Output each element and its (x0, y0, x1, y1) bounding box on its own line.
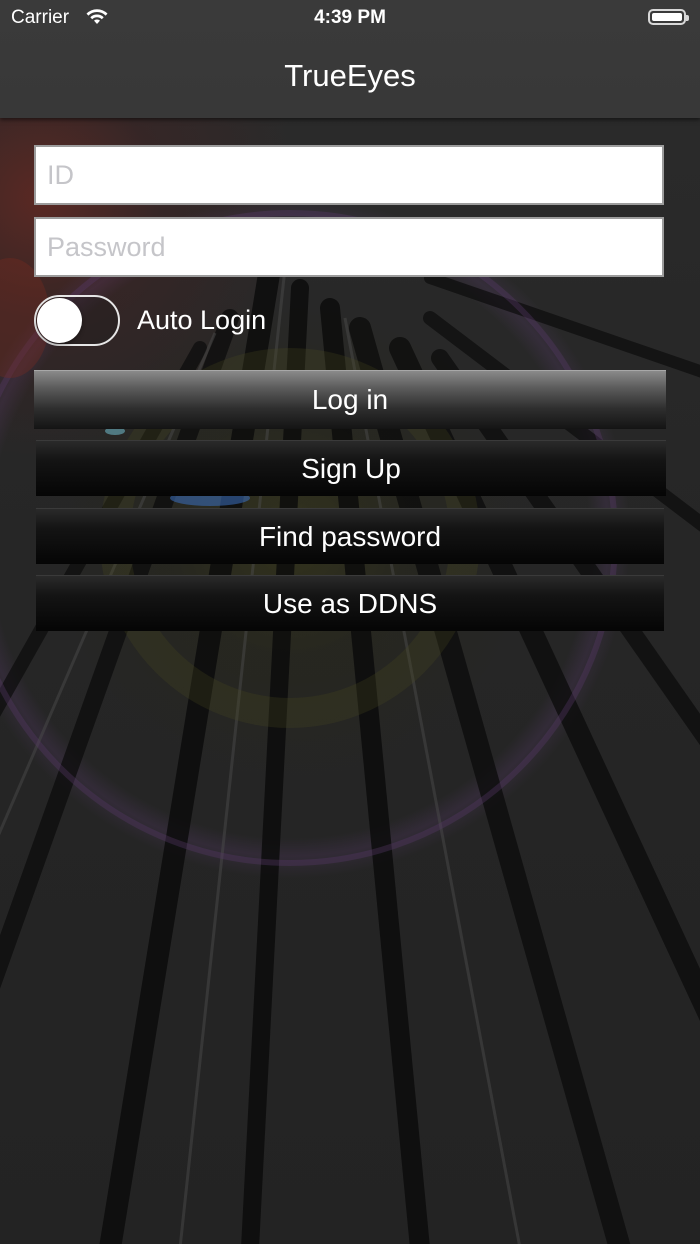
password-field[interactable] (34, 217, 664, 277)
auto-login-toggle[interactable] (34, 295, 120, 346)
find-password-button[interactable]: Find password (36, 508, 664, 564)
battery-nub (686, 15, 689, 21)
password-input[interactable] (36, 219, 662, 275)
id-input[interactable] (36, 147, 662, 203)
navigation-bar: Carrier 4:39 PM TrueEyes (0, 0, 700, 118)
status-time: 4:39 PM (314, 7, 386, 28)
background-rays (0, 210, 700, 1244)
login-button[interactable]: Log in (34, 370, 666, 429)
toggle-knob[interactable] (37, 298, 82, 343)
status-bar: Carrier 4:39 PM (0, 0, 700, 36)
id-field[interactable] (34, 145, 664, 205)
login-screen: Carrier 4:39 PM TrueEyes Auto Login Log … (0, 0, 700, 1244)
battery-icon (648, 9, 689, 25)
sign-up-button[interactable]: Sign Up (36, 440, 666, 496)
auto-login-label: Auto Login (137, 305, 267, 335)
page-title: TrueEyes (284, 58, 416, 93)
battery-fill (652, 13, 682, 21)
background-artwork (0, 118, 700, 1244)
use-ddns-button[interactable]: Use as DDNS (36, 575, 664, 631)
